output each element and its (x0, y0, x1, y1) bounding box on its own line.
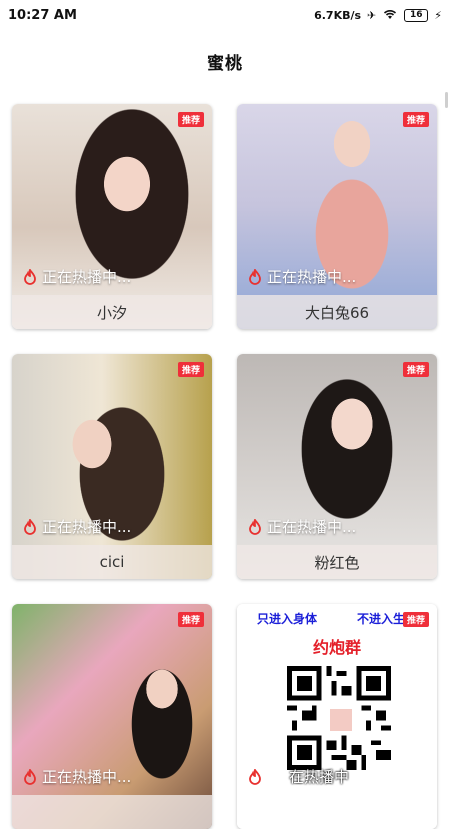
live-status: 正在热播中... (247, 266, 356, 287)
live-status: 在热播中 (247, 766, 349, 787)
live-text: 正在热播中... (42, 268, 132, 286)
airplane-icon: ✈ (367, 8, 377, 22)
live-status: 正在热播中... (22, 766, 131, 787)
recommend-badge: 推荐 (402, 362, 429, 377)
name-bar: cici (12, 545, 212, 579)
header: 蜜桃 (0, 30, 450, 92)
live-text: 正在热播中... (42, 518, 132, 536)
ad-image: 只进入身体 不进入生活 约炮群 (237, 604, 437, 829)
flame-icon (24, 768, 36, 785)
status-bar: 10:27 AM 6.7KB/s ✈ 16 ⚡ (0, 0, 450, 30)
ad-title: 约炮群 (312, 638, 361, 657)
live-status: 正在热播中... (22, 266, 131, 287)
flame-icon (24, 518, 36, 535)
live-text: 正在热播中... (267, 268, 357, 286)
anchor-card[interactable]: 推荐 正在热播中... 大白兔66 (237, 104, 437, 329)
anchor-card[interactable]: 推荐 正在热播中... 小汐 (12, 104, 212, 329)
anchor-name: 大白兔66 (304, 303, 370, 322)
flame-icon (249, 768, 261, 785)
page-title: 蜜桃 (207, 53, 243, 74)
flame-icon (24, 268, 36, 285)
anchor-card[interactable]: 推荐 正在热播中... (12, 604, 212, 829)
network-speed: 6.7KB/s (314, 8, 362, 22)
name-bar (12, 795, 212, 829)
anchor-name: cici (99, 553, 125, 571)
live-text: 正在热播中... (42, 768, 132, 786)
ad-slogan-left: 只进入身体 (256, 612, 317, 626)
qr-avatar (328, 707, 354, 733)
recommend-badge: 推荐 (402, 112, 429, 127)
scrollbar[interactable] (445, 92, 448, 108)
recommend-badge: 推荐 (177, 612, 204, 627)
live-status: 正在热播中... (22, 516, 131, 537)
live-text: 在热播中 (289, 768, 350, 786)
recommend-badge: 推荐 (177, 112, 204, 127)
battery-icon: 16 (404, 8, 429, 22)
flame-icon (249, 268, 261, 285)
name-bar: 大白兔66 (237, 295, 437, 329)
wifi-icon (382, 8, 398, 23)
charging-icon: ⚡ (434, 8, 442, 22)
status-icons: 6.7KB/s ✈ 16 ⚡ (314, 8, 442, 23)
flame-icon (249, 518, 261, 535)
name-bar: 粉红色 (237, 545, 437, 579)
recommend-badge: 推荐 (402, 612, 429, 627)
anchor-grid: 推荐 正在热播中... 小汐 推荐 正在热播中... 大白兔66 推荐 正在热播… (12, 104, 438, 829)
battery-level: 16 (410, 9, 423, 20)
live-text: 正在热播中... (267, 518, 357, 536)
ad-card[interactable]: 只进入身体 不进入生活 约炮群 推荐 在热播中 (237, 604, 437, 829)
anchor-name: 粉红色 (314, 553, 360, 572)
anchor-card[interactable]: 推荐 正在热播中... 粉红色 (237, 354, 437, 579)
recommend-badge: 推荐 (177, 362, 204, 377)
status-time: 10:27 AM (8, 7, 77, 23)
live-status: 正在热播中... (247, 516, 356, 537)
name-bar: 小汐 (12, 295, 212, 329)
anchor-name: 小汐 (96, 303, 127, 322)
anchor-card[interactable]: 推荐 正在热播中... cici (12, 354, 212, 579)
